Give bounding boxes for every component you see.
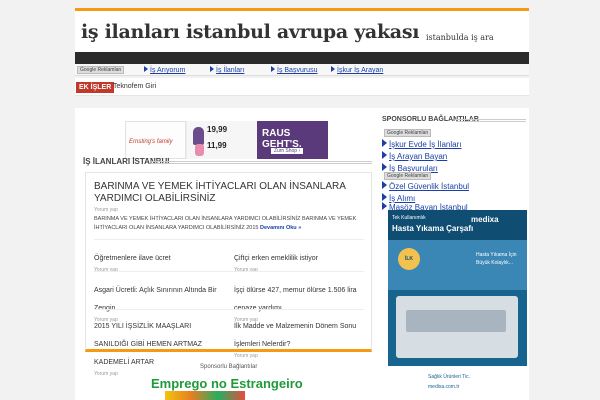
post-title[interactable]: İlk Madde ve Malzemenin Dönem Sonu İşlem… (234, 323, 356, 348)
ad-footer (388, 366, 527, 400)
promo-child-image (193, 127, 204, 145)
main-nav-bar (75, 52, 529, 64)
promo-brand-panel: Ernsting's family (125, 121, 186, 159)
post-title[interactable]: Öğretmenlere ilave ücret (94, 255, 171, 262)
list-item: Çiftçi erken emeklilik istiyor Yorum yap (234, 247, 366, 273)
featured-post-meta[interactable]: Yorum yap (94, 207, 118, 213)
triangle-icon (382, 139, 387, 147)
ad-logo: medixa (471, 215, 499, 224)
sidebar-ad-link[interactable]: İşkur Evde İş İlanları (382, 139, 461, 149)
triangle-icon (382, 163, 387, 171)
list-item: Öğretmenlere ilave ücret Yorum yap (94, 247, 226, 273)
featured-post-title[interactable]: BARINMA VE YEMEK İHTİYACLARI OLAN İNSANL… (94, 181, 364, 205)
ad-badge: İLK (398, 248, 420, 270)
posts-box: BARINMA VE YEMEK İHTİYACLARI OLAN İNSANL… (85, 172, 372, 377)
site-header: iş ilanları istanbul avrupa yakası istan… (75, 8, 529, 52)
breaking-news-label: EK İŞLER (76, 82, 115, 93)
promo-banner[interactable]: Ernsting's family 19,99 11,99 RAUS GEHT'… (125, 121, 328, 159)
ad-link-is-basvurusu[interactable]: İş Başvurusu (271, 66, 317, 74)
promo-headline-panel: RAUS GEHT'S. Zum Shop › (257, 121, 328, 159)
post-meta[interactable]: Yorum yap (234, 267, 366, 273)
sidebar-ad-link[interactable]: İş Arayan Bayan (382, 151, 447, 161)
ad-link-iskur-is-arayan[interactable]: İşkur İş Arayan (331, 66, 383, 74)
content-area: Ernsting's family 19,99 11,99 RAUS GEHT'… (75, 108, 529, 400)
ad-mid-panel: İLK Hasta Yıkama İçin Büyük Kolaylık... (388, 240, 527, 290)
promo-headline: RAUS GEHT'S. (262, 128, 302, 150)
ad-headline: Hasta Yıkama Çarşafı (392, 224, 474, 233)
divider (94, 271, 364, 272)
triangle-icon (271, 66, 275, 72)
ad-product-image (406, 310, 506, 332)
ad-link-bar: Google Reklamları İş Arıyorum İş İlanlar… (75, 64, 529, 76)
promo-product-panel: 19,99 11,99 (187, 121, 257, 159)
ad-line: Tek Kullanımlık (392, 215, 426, 221)
promo-price: 19,99 (207, 125, 228, 134)
google-ads-tag[interactable]: Google Reklamları (384, 172, 432, 180)
sidebar: SPONSORLU BAĞLANTILAR Google Reklamları … (380, 108, 529, 400)
site-title[interactable]: iş ilanları istanbul avrupa yakası (81, 21, 419, 43)
sidebar-ad-link[interactable]: Özel Güvenlik İstanbul (382, 181, 469, 191)
post-title[interactable]: Çiftçi erken emeklilik istiyor (234, 255, 318, 262)
sidebar-divider (456, 119, 526, 122)
triangle-icon (382, 151, 387, 159)
ad-link-is-ilanlari[interactable]: İş İlanları (210, 66, 244, 74)
sidebar-banner-ad[interactable]: Tek Kullanımlık Hasta Yıkama Çarşafı med… (388, 210, 527, 400)
triangle-icon (210, 66, 214, 72)
section-divider (151, 161, 372, 164)
bottom-ad-image[interactable] (165, 391, 245, 400)
page-wrapper: iş ilanları istanbul avrupa yakası istan… (75, 0, 529, 400)
divider (94, 239, 364, 240)
divider (94, 309, 364, 310)
promo-price: 11,99 (207, 141, 227, 150)
ad-line: medixa.com.tr (428, 384, 460, 390)
list-item: İlk Madde ve Malzemenin Dönem Sonu İşlem… (234, 315, 366, 359)
triangle-icon (382, 193, 387, 201)
breaking-news-bar: EK İŞLER Teknofem Giri (75, 78, 529, 96)
site-tagline: istanbulda iş ara (426, 33, 494, 42)
triangle-icon (144, 66, 148, 72)
sponsored-label: Sponsorlu Bağlantılar (200, 364, 258, 370)
ad-link-is-ariyorum[interactable]: İş Arıyorum (144, 66, 185, 74)
google-ads-tag[interactable]: Google Reklamları (384, 129, 432, 137)
promo-cta[interactable]: Zum Shop › (271, 148, 304, 154)
ad-header-panel: Tek Kullanımlık Hasta Yıkama Çarşafı med… (388, 210, 527, 240)
ad-line: Sağlık Ürünleri Tic. (428, 374, 470, 380)
triangle-icon (382, 181, 387, 189)
post-meta[interactable]: Yorum yap (234, 353, 366, 359)
ad-line: Hasta Yıkama İçin (476, 252, 517, 258)
triangle-icon (382, 202, 387, 210)
post-title[interactable]: 2015 YILI İŞSİZLİK MAAŞLARI SANILDIĞI Gİ… (94, 323, 202, 366)
read-more-link[interactable]: Devamını Oku » (260, 225, 301, 231)
triangle-icon (331, 66, 335, 72)
featured-post-excerpt: BARINMA VE YEMEK İHTİYACLARI OLAN İNSANL… (94, 216, 357, 231)
post-meta[interactable]: Yorum yap (94, 267, 226, 273)
bottom-ad-headline[interactable]: Emprego no Estrangeiro (151, 376, 303, 391)
google-ads-tag[interactable]: Google Reklamları (77, 66, 125, 74)
promo-brand: Ernsting's family (129, 139, 173, 145)
promo-child-image (195, 144, 204, 156)
ad-line: Büyük Kolaylık... (476, 260, 513, 266)
breaking-news-link[interactable]: Teknofem Giri (113, 83, 156, 90)
